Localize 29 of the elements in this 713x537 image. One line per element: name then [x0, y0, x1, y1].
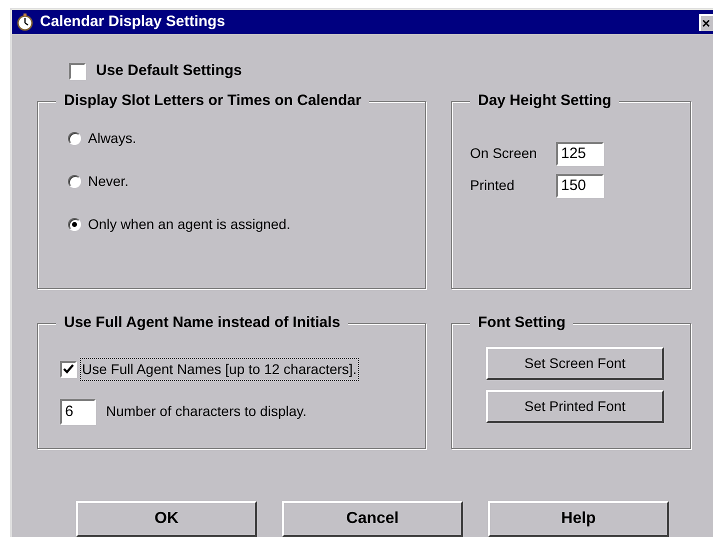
checkbox[interactable] [69, 62, 86, 80]
input-field[interactable]: 150 [556, 174, 604, 198]
field-label: Number of characters to display. [106, 402, 306, 421]
input-field[interactable]: 6 [60, 398, 96, 424]
dialog-button[interactable]: Cancel [282, 500, 463, 536]
radio-label: Always. [88, 128, 136, 148]
input-field[interactable]: 125 [556, 142, 604, 166]
group-title: Use Full Agent Name instead of Initials [56, 314, 348, 332]
radio-button[interactable] [68, 174, 81, 188]
field-label: Printed [470, 176, 516, 195]
close-button[interactable]: × [699, 14, 713, 30]
radio-button[interactable] [68, 218, 81, 230]
stopwatch-icon [16, 13, 34, 31]
checkbox-label: Use Default Settings [96, 61, 242, 81]
radio-label: Never. [88, 172, 128, 190]
field-label: On Screen [470, 144, 538, 163]
dialog-button[interactable]: OK [76, 500, 257, 536]
radio-button[interactable] [68, 132, 81, 144]
group-title: Day Height Setting [470, 92, 620, 110]
font-button[interactable]: Set Screen Font [486, 346, 664, 380]
font-button[interactable]: Set Printed Font [486, 390, 664, 422]
group-title: Display Slot Letters or Times on Calendar [56, 92, 370, 110]
checkbox[interactable] [60, 360, 77, 378]
radio-label: Only when an agent is assigned. [88, 214, 290, 234]
checkbox-label: Use Full Agent Names [up to 12 characters]. [80, 358, 359, 380]
group-title: Font Setting [470, 314, 574, 332]
checkmark-icon [63, 364, 74, 374]
dialog-button[interactable]: Help [488, 500, 669, 536]
window-title: Calendar Display Settings [40, 12, 226, 32]
